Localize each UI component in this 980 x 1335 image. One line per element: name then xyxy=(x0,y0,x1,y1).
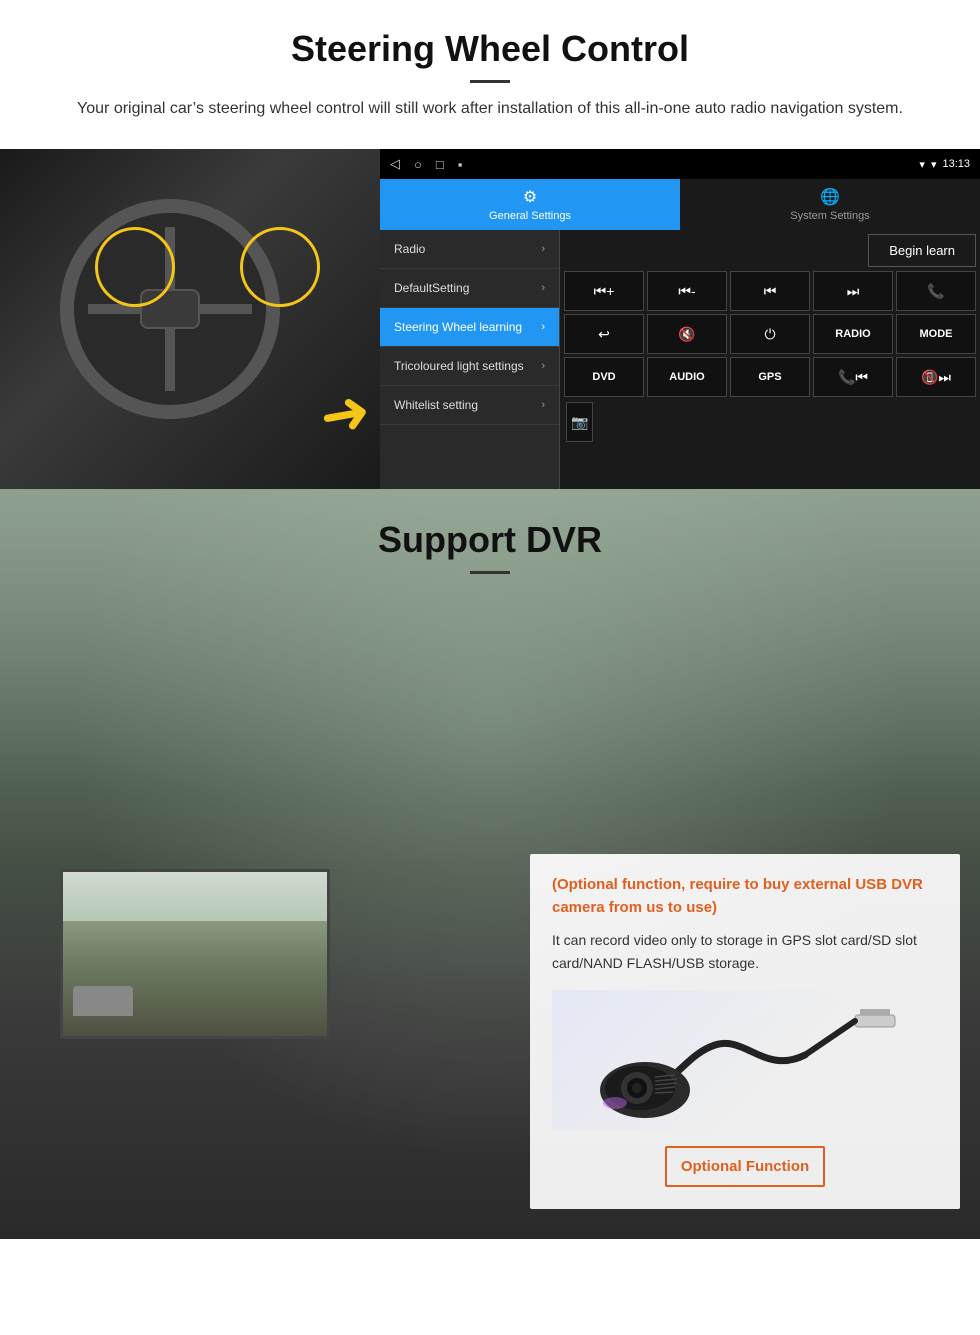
menu-steering-label: Steering Wheel learning xyxy=(394,320,522,334)
steering-title: Steering Wheel Control xyxy=(60,28,920,70)
dvr-optional-text: (Optional function, require to buy exter… xyxy=(552,874,938,919)
menu-chevron-steering: › xyxy=(541,321,545,333)
ctrl-mute[interactable]: 🔇 xyxy=(647,314,727,354)
system-icon: 🌐 xyxy=(820,187,840,207)
ctrl-mode[interactable]: MODE xyxy=(896,314,976,354)
menu-chevron-default: › xyxy=(541,282,545,294)
ctrl-dvd[interactable]: DVD xyxy=(564,357,644,397)
dvr-title-area: Support DVR xyxy=(0,489,980,596)
menu-whitelist-label: Whitelist setting xyxy=(394,398,478,412)
begin-learn-row: Begin learn xyxy=(564,234,976,267)
ctrl-prev-track[interactable]: ⏮ xyxy=(730,271,810,311)
tab-system-label: System Settings xyxy=(790,210,869,222)
control-row-1: ⏮+ ⏮- ⏮ ⏭ 📞 xyxy=(564,271,976,311)
dvr-section: Support DVR (Optional function, require … xyxy=(0,489,980,1239)
menu-icon: ▪ xyxy=(458,157,463,172)
menu-tricoloured-label: Tricoloured light settings xyxy=(394,359,524,373)
control-row-4: 📷 xyxy=(564,400,976,444)
android-content: Radio › DefaultSetting › Steering Wheel … xyxy=(380,230,980,489)
title-divider xyxy=(470,80,510,83)
ctrl-back[interactable]: ↩ xyxy=(564,314,644,354)
ctrl-power[interactable]: ⏻ xyxy=(730,314,810,354)
android-panel: ◁ ○ □ ▪ ▾ ▾ 13:13 ⚙ General Settings xyxy=(380,149,980,489)
android-statusbar: ◁ ○ □ ▪ ▾ ▾ 13:13 xyxy=(380,149,980,179)
ctrl-phone[interactable]: 📞 xyxy=(896,271,976,311)
preview-road xyxy=(63,921,327,1036)
menu-item-radio[interactable]: Radio › xyxy=(380,230,559,269)
dvr-content-box: (Optional function, require to buy exter… xyxy=(530,854,960,1209)
steering-photo: ➜ xyxy=(0,149,380,489)
ctrl-phone-prev[interactable]: 📞⏮ xyxy=(813,357,893,397)
ctrl-vol-up[interactable]: ⏮+ xyxy=(564,271,644,311)
recents-icon: □ xyxy=(436,157,444,172)
settings-menu: Radio › DefaultSetting › Steering Wheel … xyxy=(380,230,560,489)
ctrl-next-track[interactable]: ⏭ xyxy=(813,271,893,311)
highlight-circle-right xyxy=(240,227,320,307)
wifi-icon: ▾ xyxy=(931,158,937,171)
dvr-title-divider xyxy=(470,571,510,574)
dvr-description: It can record video only to storage in G… xyxy=(552,929,938,974)
menu-chevron-radio: › xyxy=(541,243,545,255)
dvr-title: Support DVR xyxy=(0,519,980,561)
optional-function-button[interactable]: Optional Function xyxy=(665,1146,825,1187)
direction-arrow: ➜ xyxy=(314,375,376,453)
control-row-3: DVD AUDIO GPS 📞⏮ 📵⏭ xyxy=(564,357,976,397)
android-tabs: ⚙ General Settings 🌐 System Settings xyxy=(380,179,980,230)
menu-default-label: DefaultSetting xyxy=(394,281,469,295)
menu-radio-label: Radio xyxy=(394,242,425,256)
statusbar-right-icons: ▾ ▾ 13:13 xyxy=(919,158,970,171)
steering-block: ➜ ◁ ○ □ ▪ ▾ ▾ 13:13 ⚙ xyxy=(0,149,980,489)
menu-item-default[interactable]: DefaultSetting › xyxy=(380,269,559,308)
wheel-outer-ring xyxy=(60,199,280,419)
steering-wheel-graphic xyxy=(40,179,320,439)
camera-svg xyxy=(585,995,905,1125)
menu-chevron-whitelist: › xyxy=(541,399,545,411)
dvr-camera-image xyxy=(552,990,938,1130)
tab-general-label: General Settings xyxy=(489,210,571,222)
ctrl-gps[interactable]: GPS xyxy=(730,357,810,397)
tab-system-settings[interactable]: 🌐 System Settings xyxy=(680,179,980,230)
ctrl-audio[interactable]: AUDIO xyxy=(647,357,727,397)
highlight-circle-left xyxy=(95,227,175,307)
tab-general-settings[interactable]: ⚙ General Settings xyxy=(380,179,680,230)
ctrl-radio[interactable]: RADIO xyxy=(813,314,893,354)
ctrl-vol-down[interactable]: ⏮- xyxy=(647,271,727,311)
menu-item-tricoloured[interactable]: Tricoloured light settings › xyxy=(380,347,559,386)
dvr-preview-image xyxy=(60,869,330,1039)
settings-icon: ⚙ xyxy=(523,187,537,207)
ctrl-dvr[interactable]: 📷 xyxy=(566,402,593,442)
begin-learn-button[interactable]: Begin learn xyxy=(868,234,976,267)
home-icon: ○ xyxy=(414,157,422,172)
statusbar-time: 13:13 xyxy=(942,158,970,170)
back-icon: ◁ xyxy=(390,156,400,172)
steering-section: Steering Wheel Control Your original car… xyxy=(0,0,980,489)
ctrl-phone-next[interactable]: 📵⏭ xyxy=(896,357,976,397)
control-row-2: ↩ 🔇 ⏻ RADIO MODE xyxy=(564,314,976,354)
steering-header: Steering Wheel Control Your original car… xyxy=(0,0,980,131)
controls-col: Begin learn ⏮+ ⏮- ⏮ ⏭ 📞 ↩ 🔇 ⏻ xyxy=(560,230,980,489)
signal-icon: ▾ xyxy=(919,158,925,171)
menu-item-steering[interactable]: Steering Wheel learning › xyxy=(380,308,559,347)
steering-description: Your original car’s steering wheel contr… xyxy=(60,97,920,121)
menu-chevron-tricoloured: › xyxy=(541,360,545,372)
preview-car xyxy=(73,986,133,1016)
statusbar-nav: ◁ ○ □ ▪ xyxy=(390,156,462,172)
menu-item-whitelist[interactable]: Whitelist setting › xyxy=(380,386,559,425)
